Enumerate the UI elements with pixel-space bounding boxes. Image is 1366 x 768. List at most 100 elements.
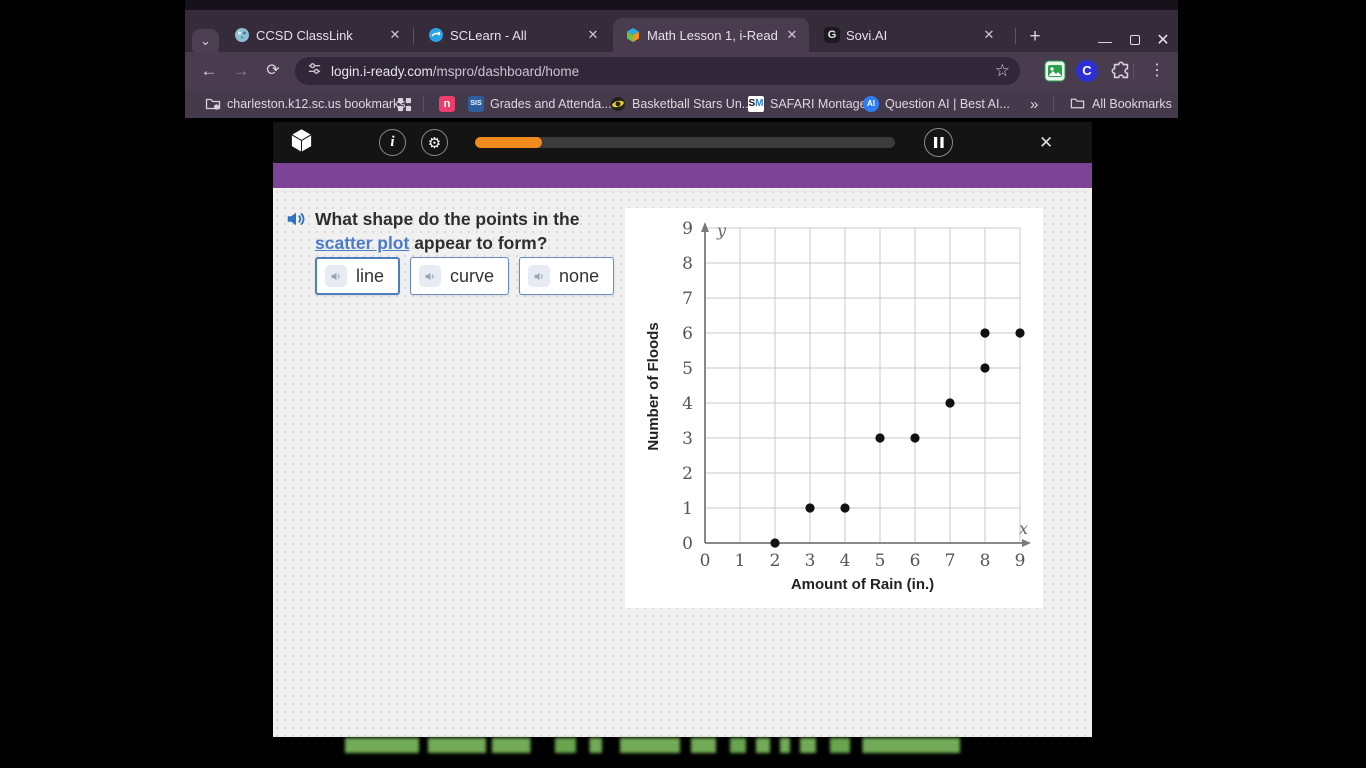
choice-none-button[interactable]: none xyxy=(519,257,614,295)
browser-window: ⌄ CCSD ClassLink ✕ SCLearn - All ✕ Math … xyxy=(185,0,1178,768)
lesson-progress-bar xyxy=(475,137,895,148)
svg-text:4: 4 xyxy=(682,394,693,414)
tab-separator xyxy=(1015,28,1016,44)
bookmark-label: Question AI | Best AI... xyxy=(885,97,1010,111)
tab-ccsd-classlink[interactable]: CCSD ClassLink ✕ xyxy=(222,18,412,52)
sovi-ai-favicon-icon: G xyxy=(824,27,840,43)
safari-montage-icon: SM xyxy=(748,96,764,112)
minimize-button[interactable]: — xyxy=(1095,32,1115,52)
tab-close-icon[interactable]: ✕ xyxy=(584,26,602,44)
basketball-icon xyxy=(610,96,626,112)
tab-close-icon[interactable]: ✕ xyxy=(386,26,404,44)
svg-text:7: 7 xyxy=(682,289,693,309)
bookmark-basketball-stars[interactable]: Basketball Stars Un... xyxy=(610,94,752,114)
window-frame-top xyxy=(185,0,1178,10)
maximize-button[interactable] xyxy=(1125,32,1145,52)
choice-audio-icon[interactable] xyxy=(325,265,347,287)
choice-curve-button[interactable]: curve xyxy=(410,257,509,295)
tab-title: CCSD ClassLink xyxy=(256,28,380,43)
bookmark-question-ai[interactable]: AI Question AI | Best AI... xyxy=(863,94,1010,114)
svg-text:6: 6 xyxy=(910,551,921,571)
bookmark-label: Grades and Attenda... xyxy=(490,97,612,111)
apps-grid-icon[interactable] xyxy=(397,94,412,114)
tab-math-lesson-active[interactable]: Math Lesson 1, i-Ready ✕ xyxy=(613,18,809,52)
bookmarks-separator xyxy=(423,96,424,112)
question-ai-icon: AI xyxy=(863,96,879,112)
bookmarks-folder[interactable]: charleston.k12.sc.us bookmarks xyxy=(205,94,406,114)
classlink-favicon-icon xyxy=(234,27,250,43)
tab-sclearn[interactable]: SCLearn - All ✕ xyxy=(416,18,610,52)
choice-audio-icon[interactable] xyxy=(528,265,550,287)
forward-button[interactable]: → xyxy=(229,59,253,83)
svg-text:6: 6 xyxy=(682,324,693,344)
bookmark-safari-montage[interactable]: SM SAFARI Montage xyxy=(748,94,867,114)
extensions-puzzle-icon[interactable] xyxy=(1110,60,1132,82)
back-button[interactable]: ← xyxy=(197,59,221,83)
screen-glitch-artifact xyxy=(345,738,963,753)
choice-label: none xyxy=(559,266,599,287)
sclearn-favicon-icon xyxy=(428,27,444,43)
choice-label: curve xyxy=(450,266,494,287)
svg-text:Amount of Rain (in.): Amount of Rain (in.) xyxy=(791,576,934,593)
choice-label: line xyxy=(356,266,384,287)
svg-text:1: 1 xyxy=(682,499,693,519)
choice-line-button[interactable]: line xyxy=(315,257,400,295)
lesson-progress-fill xyxy=(475,137,542,148)
tab-strip: ⌄ CCSD ClassLink ✕ SCLearn - All ✕ Math … xyxy=(185,10,1178,52)
question-audio-button[interactable] xyxy=(285,208,307,230)
all-bookmarks-button[interactable]: All Bookmarks xyxy=(1070,94,1172,114)
iready-logo-cube-icon xyxy=(288,127,315,159)
managed-folder-icon xyxy=(205,96,221,112)
url-text: login.i-ready.com/mspro/dashboard/home xyxy=(331,64,995,79)
close-window-button[interactable]: ✕ xyxy=(1153,32,1173,52)
pause-button[interactable] xyxy=(924,128,953,157)
toolbar-separator xyxy=(1133,63,1134,79)
lesson-close-button[interactable]: ✕ xyxy=(1039,133,1053,153)
svg-text:7: 7 xyxy=(945,551,956,571)
address-bar[interactable]: login.i-ready.com/mspro/dashboard/home ☆ xyxy=(295,57,1020,85)
tab-separator xyxy=(413,28,414,44)
bookmarks-overflow-chevron[interactable]: » xyxy=(1030,94,1038,114)
n-icon: n xyxy=(439,96,455,112)
tab-title: Sovi.AI xyxy=(846,28,974,43)
bookmark-label: All Bookmarks xyxy=(1092,97,1172,111)
tab-close-icon[interactable]: ✕ xyxy=(980,26,998,44)
iready-cube-favicon-icon xyxy=(625,27,641,43)
svg-text:9: 9 xyxy=(1015,551,1026,571)
tab-sovi-ai[interactable]: G Sovi.AI ✕ xyxy=(812,18,1006,52)
svg-text:Number of Floods: Number of Floods xyxy=(645,322,662,450)
settings-gear-button[interactable]: ⚙ xyxy=(421,129,448,156)
screenshot-extension-icon[interactable] xyxy=(1044,60,1066,82)
svg-text:5: 5 xyxy=(875,551,886,571)
bookmark-grades[interactable]: SIS Grades and Attenda... xyxy=(468,94,612,114)
tab-title: SCLearn - All xyxy=(450,28,578,43)
lesson-toolbar: i ⚙ ✕ xyxy=(273,122,1092,163)
svg-text:8: 8 xyxy=(682,254,693,274)
lesson-header-bar xyxy=(273,163,1092,188)
info-button[interactable]: i xyxy=(379,129,406,156)
svg-text:0: 0 xyxy=(682,534,693,554)
svg-text:3: 3 xyxy=(682,429,693,449)
site-settings-icon[interactable] xyxy=(307,61,322,81)
maximize-icon xyxy=(1130,35,1140,45)
c-extension-icon[interactable]: C xyxy=(1076,60,1098,82)
reload-button[interactable]: ⟳ xyxy=(261,59,285,83)
svg-text:4: 4 xyxy=(840,551,851,571)
page-content: i ⚙ ✕ What shape do the points in the sc… xyxy=(185,118,1178,768)
svg-text:5: 5 xyxy=(682,359,693,379)
bookmark-star-icon[interactable]: ☆ xyxy=(995,61,1010,81)
svg-text:3: 3 xyxy=(805,551,816,571)
bookmark-label: Basketball Stars Un... xyxy=(632,97,752,111)
scatter-plot-svg: 01234567890123456789yxAmount of Rain (in… xyxy=(625,208,1043,608)
tab-close-icon[interactable]: ✕ xyxy=(783,26,801,44)
scatter-plot-link[interactable]: scatter plot xyxy=(315,233,409,253)
menu-dots-icon[interactable]: ⋮ xyxy=(1145,59,1169,83)
bookmark-n[interactable]: n xyxy=(439,94,455,114)
svg-text:y: y xyxy=(716,221,727,240)
sis-icon: SIS xyxy=(468,96,484,112)
svg-text:8: 8 xyxy=(980,551,991,571)
choice-audio-icon[interactable] xyxy=(419,265,441,287)
bookmark-label: charleston.k12.sc.us bookmarks xyxy=(227,97,406,111)
answer-choices: line curve none xyxy=(315,257,614,295)
new-tab-button[interactable]: + xyxy=(1023,26,1047,50)
